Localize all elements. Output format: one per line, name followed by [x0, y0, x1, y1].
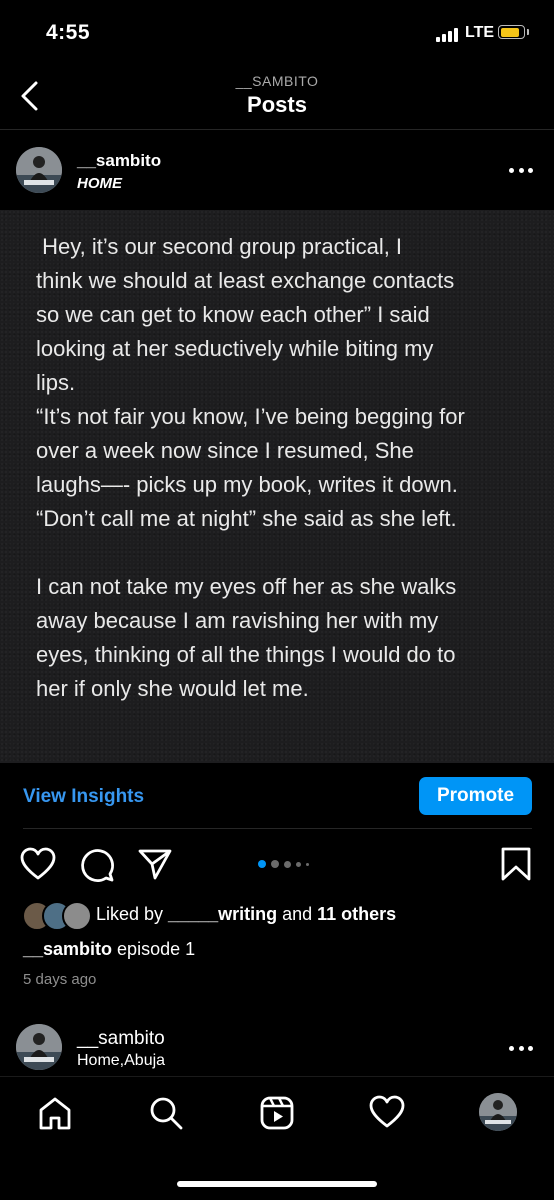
next-post-username[interactable]: __sambito [77, 1028, 165, 1050]
post-username[interactable]: __sambito [77, 151, 161, 171]
cellular-signal-icon [436, 28, 458, 42]
next-post-location[interactable]: Home,Abuja [77, 1052, 165, 1070]
likes-joiner: and [277, 904, 318, 924]
comment-icon[interactable] [79, 847, 115, 883]
page-title: Posts [247, 92, 307, 117]
post-image[interactable]: Hey, it’s our second group practical, I … [0, 210, 554, 763]
insights-divider [23, 828, 532, 829]
more-options-icon[interactable] [509, 1044, 533, 1052]
carousel-dot [258, 860, 266, 868]
liker-username[interactable]: _____writing [168, 904, 277, 924]
carousel-indicator [258, 860, 309, 868]
post-timestamp: 5 days ago [23, 971, 97, 988]
header-divider [0, 129, 554, 130]
reels-icon[interactable] [259, 1095, 295, 1131]
post-caption: __sambito episode 1 [23, 939, 195, 960]
promote-button[interactable]: Promote [419, 777, 532, 815]
status-time: 4:55 [46, 21, 91, 44]
heart-icon[interactable] [369, 1095, 405, 1129]
liker-avatar[interactable] [62, 901, 92, 931]
home-indicator [177, 1181, 377, 1187]
profile-avatar[interactable] [479, 1093, 517, 1131]
header-username: __SAMBITO [235, 73, 319, 89]
home-icon[interactable] [37, 1095, 73, 1131]
carousel-dot [296, 861, 301, 867]
carousel-dot [284, 860, 291, 868]
post-text-paragraph: Hey, it’s our second group practical, I … [36, 234, 465, 531]
share-paper-plane-icon[interactable] [137, 847, 173, 881]
likes-prefix: Liked by [96, 904, 169, 924]
next-post-avatar[interactable] [16, 1024, 62, 1070]
network-type: LTE [465, 24, 495, 41]
caption-text: episode 1 [112, 939, 196, 959]
post-location[interactable]: HOME [77, 175, 122, 192]
like-heart-icon[interactable] [20, 847, 56, 881]
likes-summary[interactable]: Liked by _____writing and 11 others [96, 904, 396, 925]
view-insights-link[interactable]: View Insights [23, 786, 144, 808]
carousel-dot [271, 860, 279, 868]
post-text-paragraph: I can not take my eyes off her as she wa… [36, 574, 457, 701]
battery-icon [498, 25, 525, 39]
more-options-icon[interactable] [509, 166, 533, 174]
bookmark-icon[interactable] [500, 847, 532, 881]
carousel-dot [306, 862, 309, 866]
caption-username[interactable]: __sambito [23, 939, 112, 959]
battery-tip [527, 29, 529, 35]
search-icon[interactable] [148, 1095, 184, 1131]
post-avatar[interactable] [16, 147, 62, 193]
likes-others[interactable]: 11 others [317, 904, 396, 924]
